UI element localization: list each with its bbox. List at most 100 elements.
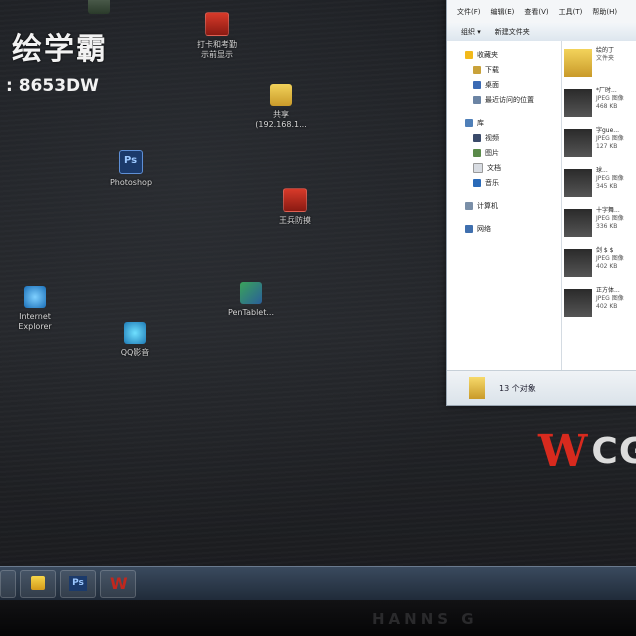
desktop-icon-label: Photoshop (109, 178, 153, 187)
file-item[interactable]: 绘的丁 文件夹 (562, 47, 636, 87)
image-thumbnail (564, 89, 592, 117)
file-type: JPEG 图像 (596, 295, 624, 302)
file-size: 127 KB (596, 143, 618, 150)
recent-places-icon (473, 95, 481, 104)
desktop-icon-attendance[interactable]: 打卡和考勤 示前显示 (172, 12, 262, 60)
menu-view[interactable]: 查看(V) (524, 7, 548, 23)
file-name: 字gue... (596, 127, 620, 134)
file-item[interactable]: 剑 $ $ JPEG 图像 402 KB (562, 247, 636, 287)
menu-help[interactable]: 帮助(H) (592, 7, 617, 23)
monitor-bezel (0, 600, 636, 636)
nav-documents[interactable]: 文档 (447, 160, 561, 175)
nav-desktop[interactable]: 桌面 (447, 77, 561, 92)
file-name: 球... (596, 167, 608, 174)
attendance-icon (205, 12, 229, 36)
nav-label: 视频 (485, 133, 499, 142)
nav-label: 最近访问的位置 (485, 95, 534, 104)
download-folder-icon (473, 65, 481, 74)
nav-label: 文档 (487, 163, 501, 172)
navigation-pane: 收藏夹 下载 桌面 最近访问的位置 库 视频 图片 文档 音乐 计算机 网络 (447, 41, 562, 371)
image-thumbnail (564, 129, 592, 157)
nav-label: 库 (477, 118, 484, 127)
file-name: *厂时... (596, 87, 617, 94)
desktop-icon (473, 80, 481, 89)
taskbar-wacom-button[interactable] (100, 570, 136, 598)
wallpaper-logo: W CG (538, 426, 636, 477)
taskbar-media-player-button[interactable] (20, 570, 56, 598)
file-list: 绘的丁 文件夹 *厂时... JPEG 图像 468 KB 字gue... JPEG 图… (562, 41, 636, 371)
image-thumbnail (564, 289, 592, 317)
desktop-icon-top-left[interactable] (54, 0, 144, 14)
file-name: 剑 $ $ (596, 247, 614, 254)
menu-tools[interactable]: 工具(T) (559, 7, 583, 23)
file-size: 402 KB (596, 263, 618, 270)
photoshop-icon (119, 150, 143, 174)
computer-icon (465, 201, 473, 210)
network-icon (465, 224, 473, 233)
monitor-brand: HANNS G (372, 610, 478, 628)
logo-cg: CG (591, 431, 636, 472)
file-item[interactable]: *厂时... JPEG 图像 468 KB (562, 87, 636, 127)
file-name: 正方体... (596, 287, 620, 294)
taskbar (0, 566, 636, 600)
file-size: 336 KB (596, 223, 618, 230)
image-thumbnail (564, 169, 592, 197)
nav-computer[interactable]: 计算机 (447, 198, 561, 213)
file-type: 文件夹 (596, 55, 615, 62)
nav-downloads[interactable]: 下载 (447, 62, 561, 77)
start-button[interactable] (0, 570, 16, 598)
internet-explorer-icon (24, 286, 46, 308)
music-icon (473, 178, 481, 187)
desktop-icon-game[interactable]: 王兵防摸 (250, 188, 340, 226)
desktop-icon-pentablet[interactable]: PenTablet... (206, 282, 296, 318)
menu-edit[interactable]: 编辑(E) (491, 7, 515, 23)
nav-libraries[interactable]: 库 (447, 115, 561, 130)
app-icon (88, 0, 110, 14)
file-item[interactable]: 正方体... JPEG 图像 402 KB (562, 287, 636, 327)
new-folder-button[interactable]: 新建文件夹 (495, 27, 530, 37)
menu-bar: 文件(F) 编辑(E) 查看(V) 工具(T) 帮助(H) (447, 0, 636, 23)
file-item[interactable]: 十字舞... JPEG 图像 336 KB (562, 207, 636, 247)
nav-pictures[interactable]: 图片 (447, 145, 561, 160)
nav-music[interactable]: 音乐 (447, 175, 561, 190)
file-size: 345 KB (596, 183, 618, 190)
status-bar: 13 个对象 (447, 370, 636, 405)
video-icon (473, 133, 481, 142)
menu-file[interactable]: 文件(F) (457, 7, 481, 23)
explorer-window[interactable]: 文件(F) 编辑(E) 查看(V) 工具(T) 帮助(H) 组织 ▾ 新建文件夹… (446, 0, 636, 406)
nav-videos[interactable]: 视频 (447, 130, 561, 145)
nav-label: 网络 (477, 224, 491, 233)
taskbar-photoshop-button[interactable] (60, 570, 96, 598)
desktop-icon-qq-player[interactable]: QQ影音 (90, 322, 180, 358)
desktop-icon-label: PenTablet... (228, 308, 274, 317)
library-icon (465, 118, 473, 127)
desktop-icon-label: 共享 (192.168.1... (255, 110, 307, 129)
desktop-icon-photoshop[interactable]: Photoshop (86, 150, 176, 188)
pentablet-icon (240, 282, 262, 304)
nav-label: 计算机 (477, 201, 498, 210)
nav-label: 收藏夹 (477, 50, 498, 59)
file-type: JPEG 图像 (596, 215, 624, 222)
desktop-screen: 绘学霸 : 8653DW 打卡和考勤 示前显示 共享 (192.168.1...… (0, 0, 636, 600)
watermark-id: : 8653DW (6, 76, 99, 96)
file-item[interactable]: 球... JPEG 图像 345 KB (562, 167, 636, 207)
nav-label: 音乐 (485, 178, 499, 187)
image-thumbnail (564, 209, 592, 237)
star-icon (465, 50, 473, 59)
file-type: JPEG 图像 (596, 175, 624, 182)
explorer-body: 收藏夹 下载 桌面 最近访问的位置 库 视频 图片 文档 音乐 计算机 网络 绘… (447, 41, 636, 371)
folder-icon (270, 84, 292, 106)
desktop-icon-shared-folder[interactable]: 共享 (192.168.1... (236, 84, 326, 130)
nav-label: 桌面 (485, 80, 499, 89)
nav-favorites[interactable]: 收藏夹 (447, 47, 561, 62)
file-size: 468 KB (596, 103, 618, 110)
organize-button[interactable]: 组织 ▾ (461, 27, 481, 37)
file-item[interactable]: 字gue... JPEG 图像 127 KB (562, 127, 636, 167)
desktop-icon-ie[interactable]: Internet Explorer (0, 286, 80, 332)
picture-icon (473, 148, 481, 157)
watermark-title: 绘学霸 (12, 32, 108, 67)
nav-label: 下载 (485, 65, 499, 74)
nav-network[interactable]: 网络 (447, 221, 561, 236)
document-icon (473, 162, 483, 173)
nav-recent[interactable]: 最近访问的位置 (447, 92, 561, 107)
